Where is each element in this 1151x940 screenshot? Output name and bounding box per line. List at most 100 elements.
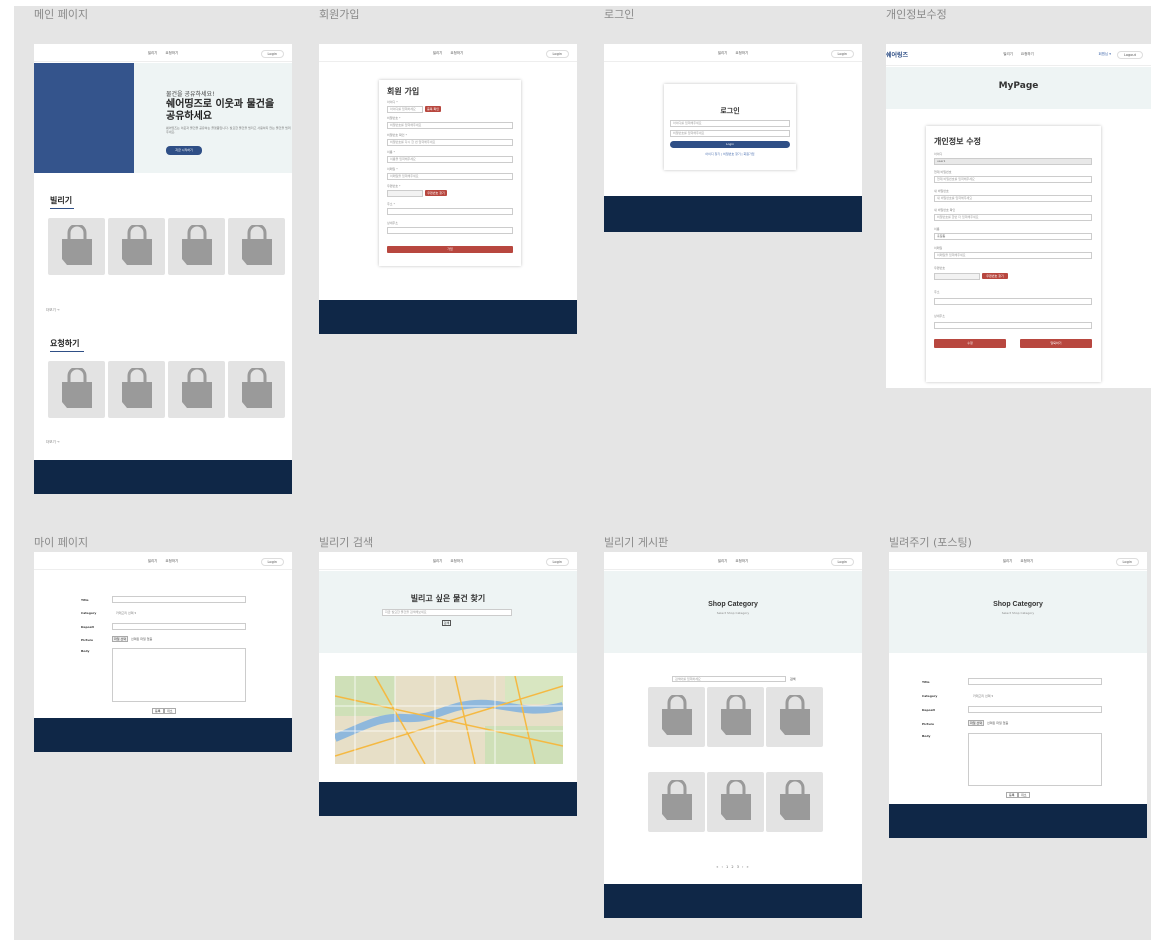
hero-start-button[interactable]: 지금 시작하기 [166, 146, 202, 155]
title-input[interactable] [968, 678, 1102, 685]
zip-input[interactable] [387, 190, 423, 197]
nav-rent[interactable]: 빌리기 [433, 51, 443, 55]
nav-request[interactable]: 요청하기 [1020, 559, 1033, 563]
cancel-button[interactable]: 취소 [164, 708, 176, 714]
product-tile[interactable] [168, 361, 225, 418]
signup-submit-button[interactable]: 가입 [387, 246, 513, 253]
zip-input[interactable] [934, 273, 980, 280]
product-tile[interactable] [108, 361, 165, 418]
nav-request[interactable]: 요청하기 [735, 51, 748, 55]
login-pw-input[interactable]: 비밀번호를 입력해주세요 [670, 130, 790, 137]
nav-rent[interactable]: 빌리기 [718, 559, 728, 563]
nav-rent[interactable]: 빌리기 [433, 559, 443, 563]
nav-rent[interactable]: 빌리기 [1003, 559, 1013, 563]
login-links[interactable]: 아이디 찾기 | 비밀번호 찾기 | 회원가입 [664, 152, 796, 156]
map-view[interactable] [333, 675, 565, 765]
curpw-input[interactable]: 현재 비밀번호를 입력해주세요 [934, 176, 1092, 183]
register-button[interactable]: 등록 [1006, 792, 1018, 798]
id-label: 아이디 [934, 152, 943, 156]
product-tile[interactable] [648, 687, 705, 747]
nav-request[interactable]: 요청하기 [735, 559, 748, 563]
logout-button[interactable]: Logout [1117, 51, 1143, 59]
product-tile[interactable] [707, 772, 764, 832]
frame-label-main: 메인 페이지 [34, 8, 89, 21]
login-submit-button[interactable]: Login [670, 141, 790, 148]
addr2-label: 상세주소 [387, 221, 399, 225]
product-tile[interactable] [707, 687, 764, 747]
id-check-button[interactable]: 중복 확인 [425, 106, 441, 112]
search-button[interactable]: 검색 [442, 620, 451, 626]
register-button[interactable]: 등록 [152, 708, 164, 714]
more-link-request[interactable]: 더보기 → [46, 440, 60, 445]
newpw2-input[interactable]: 비밀번호를 한번 더 입력해주세요 [934, 214, 1092, 221]
deposit-input[interactable] [112, 623, 246, 630]
pagination[interactable]: « ‹ 1 2 3 › » [604, 865, 862, 869]
product-tile[interactable] [48, 361, 105, 418]
pw-input[interactable]: 비밀번호를 입력해주세요 [387, 122, 513, 129]
category-select[interactable]: 카테고리 선택 ▾ [973, 694, 993, 698]
category-select[interactable]: 카테고리 선택 ▾ [116, 611, 136, 615]
nav-rent[interactable]: 빌리기 [148, 559, 158, 563]
addr-input[interactable] [934, 298, 1092, 305]
email-input[interactable]: 이메일을 입력해주세요 [934, 252, 1092, 259]
nav-request[interactable]: 요청하기 [1021, 52, 1034, 56]
user-menu[interactable]: 회원님 ▾ [1098, 52, 1111, 57]
more-link-rent[interactable]: 더보기 → [46, 308, 60, 313]
board-search-button[interactable]: 검색 [790, 677, 796, 681]
addr2-input[interactable] [387, 227, 513, 234]
zip-search-button[interactable]: 우편번호 찾기 [425, 190, 447, 196]
title-input[interactable] [112, 596, 246, 603]
body-textarea[interactable] [112, 648, 246, 702]
bag-icon [121, 367, 152, 408]
zip-label: 우편번호 * [387, 184, 401, 188]
addr-input[interactable] [387, 208, 513, 215]
nav-rent[interactable]: 빌리기 [1003, 52, 1013, 56]
name-input[interactable]: 홍길동 [934, 233, 1092, 240]
map-image[interactable] [333, 675, 565, 765]
nav-request[interactable]: 요청하기 [450, 51, 463, 55]
newpw-input[interactable]: 새 비밀번호를 입력해주세요 [934, 195, 1092, 202]
body-textarea[interactable] [968, 733, 1102, 786]
product-tile[interactable] [228, 361, 285, 418]
login-button[interactable]: Login [545, 50, 569, 58]
product-tile[interactable] [228, 218, 285, 275]
product-tile[interactable] [168, 218, 225, 275]
pw2-input[interactable]: 비밀번호를 다시 한 번 입력해주세요 [387, 139, 513, 146]
product-tile[interactable] [766, 772, 823, 832]
nav-rent[interactable]: 빌리기 [718, 51, 728, 55]
edit-submit-button[interactable]: 수정 [934, 339, 1006, 348]
body-label: Body [81, 649, 90, 653]
file-choose-button[interactable]: 파일 선택 [968, 720, 984, 726]
cancel-button[interactable]: 취소 [1018, 792, 1030, 798]
nav-rent[interactable]: 빌리기 [148, 51, 158, 55]
deposit-input[interactable] [968, 706, 1102, 713]
board-search-input[interactable]: 검색어를 입력하세요 [672, 676, 786, 682]
addr2-input[interactable] [934, 322, 1092, 329]
login-button[interactable]: Login [830, 50, 854, 58]
zip-search-button[interactable]: 우편번호 찾기 [982, 273, 1008, 279]
id-input[interactable]: 아이디를 입력하세요 [387, 106, 423, 113]
product-tile[interactable] [48, 218, 105, 275]
file-choose-button[interactable]: 파일 선택 [112, 636, 128, 642]
bag-icon [61, 367, 92, 408]
nav-request[interactable]: 요청하기 [165, 559, 178, 563]
top-nav: 빌리기 요청하기 Login [319, 44, 577, 62]
nav-request[interactable]: 요청하기 [165, 51, 178, 55]
login-button[interactable]: Login [545, 558, 569, 566]
login-button[interactable]: Login [830, 558, 854, 566]
search-input[interactable]: 지금 필요한 물건을 검색해보세요 [382, 609, 512, 616]
email-input[interactable]: 이메일을 입력해주세요 [387, 173, 513, 180]
title-label: Title [922, 680, 930, 684]
product-tile[interactable] [108, 218, 165, 275]
board-subtitle: Select Shop Category [716, 611, 750, 615]
login-button[interactable]: Login [260, 50, 284, 58]
login-button[interactable]: Login [260, 558, 284, 566]
withdraw-button[interactable]: 탈퇴하기 [1020, 339, 1092, 348]
frame-main: 빌리기 요청하기 Login 물건을 공유하세요! 쉐어띵즈로 이웃과 물건을 공… [34, 44, 292, 494]
product-tile[interactable] [648, 772, 705, 832]
name-input[interactable]: 이름을 입력해주세요 [387, 156, 513, 163]
product-tile[interactable] [766, 687, 823, 747]
nav-request[interactable]: 요청하기 [450, 559, 463, 563]
login-button[interactable]: Login [1115, 558, 1139, 566]
login-id-input[interactable]: 아이디를 입력해주세요 [670, 120, 790, 127]
